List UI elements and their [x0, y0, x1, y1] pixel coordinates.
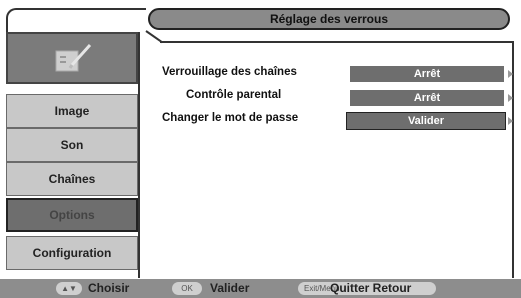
sidebar-item-label: Image: [54, 104, 90, 118]
footer-choose: Choisir: [88, 281, 130, 295]
chevron-right-icon: [508, 117, 513, 125]
sidebar-item-configuration[interactable]: Configuration: [6, 236, 138, 270]
change-password-button[interactable]: Valider: [346, 112, 506, 130]
logo-tile: [6, 32, 138, 84]
parental-control-value-text: Arrêt: [413, 92, 441, 104]
sidebar-item-options[interactable]: Options: [6, 198, 138, 232]
setting-label-change-password: Changer le mot de passe: [162, 112, 299, 124]
sidebar-item-label: Options: [49, 208, 95, 222]
footer-exit-back: Quitter Retour: [330, 281, 412, 295]
up-down-key-icon: ▲▼: [56, 282, 82, 295]
page-title-bar: Réglage des verrous: [148, 8, 510, 30]
ok-key-icon: OK: [172, 282, 202, 295]
parental-control-value[interactable]: Arrêt: [350, 90, 504, 106]
sidebar-item-son[interactable]: Son: [6, 128, 138, 162]
ok-key-label: OK: [181, 284, 193, 293]
sidebar-item-label: Chaînes: [48, 172, 96, 186]
setting-label-parental-control: Contrôle parental: [186, 89, 282, 101]
channel-lock-value-text: Arrêt: [413, 68, 441, 80]
sidebar-item-label: Son: [60, 138, 84, 152]
chevron-right-icon: [508, 94, 513, 102]
chevron-right-icon: [508, 70, 513, 78]
sidebar: Image Son Chaînes Options Configuration: [6, 32, 138, 276]
channel-lock-value[interactable]: Arrêt: [350, 66, 504, 82]
frame-corner: [6, 8, 146, 32]
sidebar-item-chaines[interactable]: Chaînes: [6, 162, 138, 196]
change-password-button-text: Valider: [407, 115, 445, 127]
frame-top-line: [160, 41, 514, 43]
sidebar-item-image[interactable]: Image: [6, 94, 138, 128]
setting-label-channel-lock: Verrouillage des chaînes: [162, 66, 297, 78]
up-down-key-label: ▲▼: [61, 284, 77, 293]
divider: [138, 32, 140, 278]
sidebar-item-label: Configuration: [32, 246, 112, 260]
notepad-pencil-icon: [55, 43, 92, 72]
footer-validate: Valider: [210, 281, 250, 295]
page-title: Réglage des verrous: [269, 12, 389, 26]
